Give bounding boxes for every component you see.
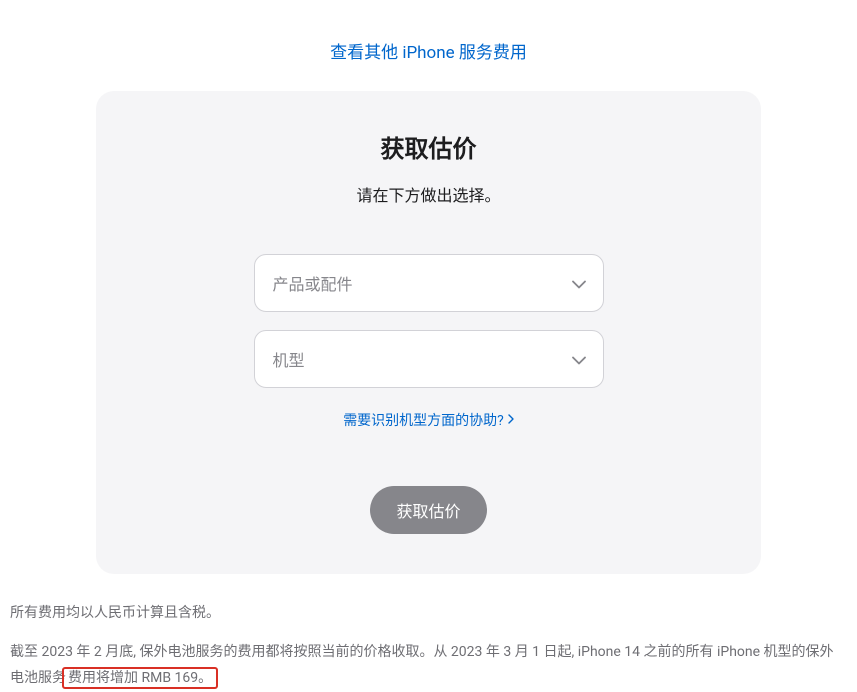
price-increase-highlight: 费用将增加 RMB 169。: [62, 667, 218, 689]
submit-container: 获取估价: [136, 486, 721, 534]
get-estimate-button[interactable]: 获取估价: [370, 486, 486, 534]
model-select-wrapper: 机型: [254, 330, 604, 388]
estimate-card: 获取估价 请在下方做出选择。 产品或配件 机型 需要识别机型方面的协助? 获取估…: [96, 91, 761, 574]
view-other-services-link[interactable]: 查看其他 iPhone 服务费用: [330, 43, 527, 63]
card-title: 获取估价: [136, 129, 721, 164]
help-link-label: 需要识别机型方面的协助?: [343, 410, 504, 430]
product-select[interactable]: 产品或配件: [254, 254, 604, 312]
product-select-wrapper: 产品或配件: [254, 254, 604, 312]
footer-line-1: 所有费用均以人民币计算且含税。: [10, 600, 847, 627]
card-subtitle: 请在下方做出选择。: [136, 182, 721, 206]
model-select[interactable]: 机型: [254, 330, 604, 388]
chevron-right-icon: [508, 412, 514, 428]
identify-model-help-link[interactable]: 需要识别机型方面的协助?: [343, 410, 514, 430]
footer-text: 所有费用均以人民币计算且含税。 截至 2023 年 2 月底, 保外电池服务的费…: [0, 574, 857, 692]
footer-line-2: 截至 2023 年 2 月底, 保外电池服务的费用都将按照当前的价格收取。从 2…: [10, 639, 847, 692]
top-link-container: 查看其他 iPhone 服务费用: [0, 0, 857, 91]
